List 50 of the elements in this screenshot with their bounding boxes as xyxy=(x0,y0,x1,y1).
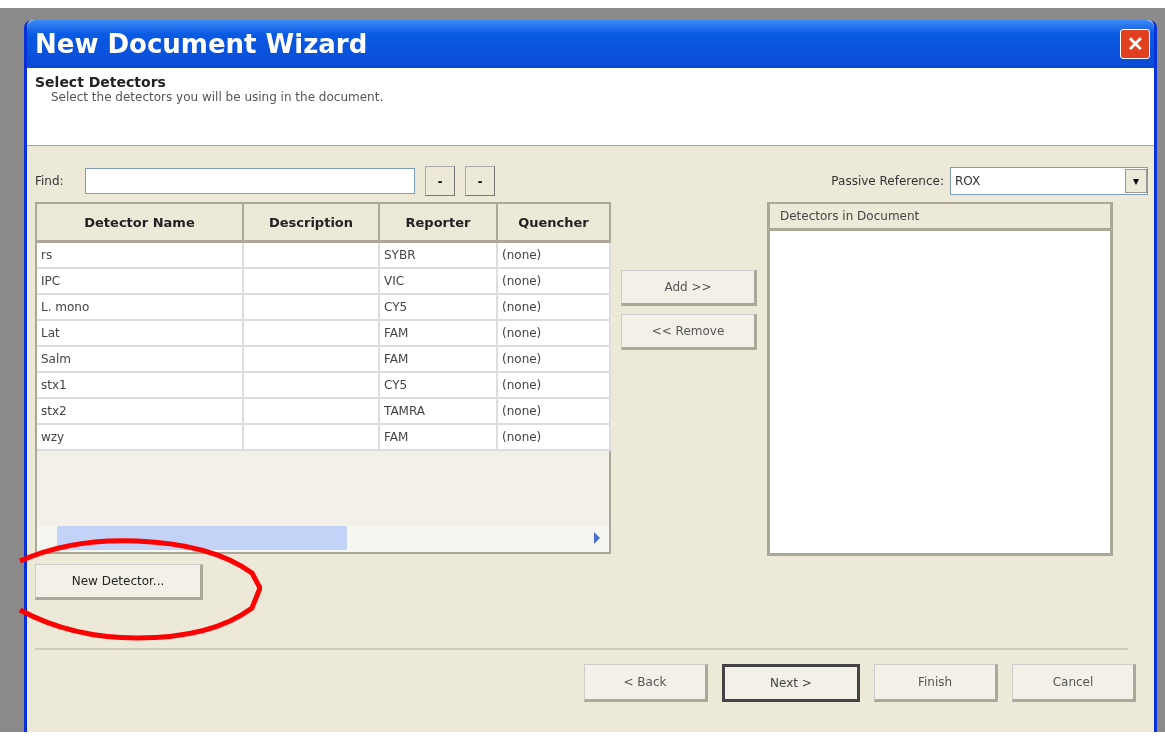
table-cell: (none) xyxy=(502,430,542,444)
column-header[interactable]: Detectors in Document xyxy=(770,204,1110,231)
close-button[interactable]: ✕ xyxy=(1120,29,1150,59)
table-cell: rs xyxy=(41,248,53,262)
scroll-thumb[interactable] xyxy=(57,526,347,550)
page-subtitle: Select the detectors you will be using in the document. xyxy=(50,90,385,104)
column-header[interactable]: Description xyxy=(243,204,379,242)
find-label: Find: xyxy=(35,174,65,188)
table-cell: IPC xyxy=(41,274,61,288)
table-cell: (none) xyxy=(502,404,542,418)
passive-reference-label: Passive Reference: xyxy=(831,174,944,188)
transfer-button[interactable]: << Remove xyxy=(621,314,757,350)
table-cell: (none) xyxy=(502,378,542,392)
table-cell: CY5 xyxy=(384,300,408,314)
table-cell: TAMRA xyxy=(384,404,426,418)
table-cell: wzy xyxy=(41,430,65,444)
column-header[interactable]: Reporter xyxy=(379,204,497,242)
table-cell: (none) xyxy=(502,274,542,288)
wizard-button[interactable]: Next > xyxy=(722,664,860,702)
table-cell: (none) xyxy=(502,326,542,340)
wizard-button[interactable]: Finish xyxy=(874,664,998,702)
transfer-button[interactable]: Add >> xyxy=(621,270,757,306)
table-cell: L. mono xyxy=(41,300,90,314)
passive-reference-dropdown[interactable]: ROX ▾ xyxy=(950,167,1148,195)
find-option-button[interactable]: - xyxy=(425,166,455,196)
find-field[interactable] xyxy=(85,168,415,194)
dropdown-value: ROX xyxy=(955,174,981,188)
table-cell: VIC xyxy=(384,274,405,288)
table-cell: FAM xyxy=(384,430,409,444)
wizard-button[interactable]: Cancel xyxy=(1012,664,1136,702)
wizard-button[interactable]: < Back xyxy=(584,664,708,702)
table-cell: Lat xyxy=(41,326,60,340)
table-cell: (none) xyxy=(502,300,542,314)
dropdown-button[interactable]: ▾ xyxy=(1125,169,1147,193)
new-detector-button[interactable]: New Detector... xyxy=(35,564,203,600)
table-cell: FAM xyxy=(384,326,409,340)
table-cell: stx1 xyxy=(41,378,67,392)
table-cell: Salm xyxy=(41,352,71,366)
table-cell: SYBR xyxy=(384,248,416,262)
find-option-button[interactable]: - xyxy=(465,166,495,196)
horizontal-scrollbar[interactable] xyxy=(37,526,609,552)
table-cell: stx2 xyxy=(41,404,67,418)
window-title: New Document Wizard xyxy=(35,29,368,59)
column-header[interactable]: Quencher xyxy=(497,204,610,242)
column-header[interactable]: Detector Name xyxy=(37,204,243,242)
table-cell: (none) xyxy=(502,352,542,366)
table-cell: CY5 xyxy=(384,378,408,392)
table-cell: FAM xyxy=(384,352,409,366)
page-title: Select Detectors xyxy=(35,74,167,90)
table-cell: (none) xyxy=(502,248,542,262)
